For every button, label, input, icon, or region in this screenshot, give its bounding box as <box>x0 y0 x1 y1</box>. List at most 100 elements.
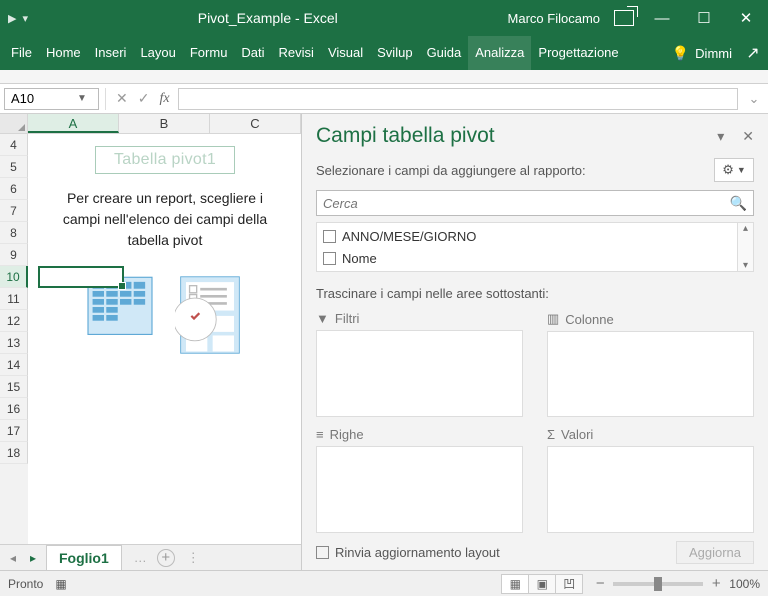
sheet-nav-prev-icon[interactable]: ◂ <box>6 551 20 565</box>
row-header[interactable]: 14 <box>0 354 28 376</box>
pane-title: Campi tabella pivot <box>316 124 495 148</box>
tab-analyze[interactable]: Analizza <box>468 36 531 70</box>
tab-design[interactable]: Progettazione <box>531 36 625 70</box>
quick-access-toolbar: ▶ ▾ <box>8 12 28 25</box>
macro-record-icon[interactable]: ▦ <box>55 577 66 591</box>
rows-dropbox[interactable] <box>316 446 523 533</box>
row-header[interactable]: 5 <box>0 156 28 178</box>
window-title: Pivot_Example - Excel <box>28 10 508 26</box>
columns-icon: ▥ <box>547 311 559 327</box>
field-label: ANNO/MESE/GIORNO <box>342 229 476 244</box>
worksheet-area[interactable]: A B C 4 5 6 7 8 9 10 11 12 13 14 15 16 1… <box>0 114 302 570</box>
name-box[interactable]: ▼ <box>4 88 99 110</box>
update-button[interactable]: Aggiorna <box>676 541 754 564</box>
cancel-formula-icon[interactable]: ✕ <box>116 90 128 107</box>
column-header-B[interactable]: B <box>119 114 210 133</box>
minimize-button[interactable]: — <box>648 10 676 27</box>
maximize-button[interactable]: ☐ <box>690 9 718 27</box>
filters-area[interactable]: ▼Filtri <box>316 311 523 417</box>
tab-view[interactable]: Visual <box>321 36 370 70</box>
select-all-corner[interactable] <box>0 114 28 133</box>
row-header[interactable]: 16 <box>0 398 28 420</box>
scroll-up-icon[interactable]: ▴ <box>743 223 748 234</box>
tab-data[interactable]: Dati <box>234 36 271 70</box>
zoom-level[interactable]: 100% <box>729 577 760 591</box>
view-page-layout-button[interactable]: ▣ <box>528 574 556 594</box>
sheet-tabs-more-icon[interactable]: … <box>134 550 147 565</box>
row-header[interactable]: 9 <box>0 244 28 266</box>
row-header[interactable]: 7 <box>0 200 28 222</box>
column-header-C[interactable]: C <box>210 114 301 133</box>
tab-developer[interactable]: Svilup <box>370 36 419 70</box>
close-button[interactable]: ✕ <box>732 9 760 27</box>
defer-layout[interactable]: Rinvia aggiornamento layout <box>316 545 500 560</box>
tell-me-label: Dimmi <box>695 46 732 61</box>
columns-dropbox[interactable] <box>547 331 754 417</box>
user-name[interactable]: Marco Filocamo <box>508 11 600 26</box>
cell-grid[interactable]: Tabella pivot1 Per creare un report, sce… <box>28 134 301 544</box>
view-normal-button[interactable]: ▦ <box>501 574 529 594</box>
add-sheet-button[interactable]: + <box>157 549 175 567</box>
ribbon-options-icon[interactable] <box>614 10 634 26</box>
column-header-A[interactable]: A <box>28 114 119 133</box>
search-icon[interactable]: 🔍 <box>730 195 747 212</box>
checkbox-icon[interactable] <box>323 252 336 265</box>
field-row[interactable]: ANNO/MESE/GIORNO <box>323 225 731 247</box>
row-header[interactable]: 11 <box>0 288 28 310</box>
row-header[interactable]: 18 <box>0 442 28 464</box>
formula-input[interactable] <box>179 89 737 109</box>
chevron-down-icon[interactable]: ▾ <box>22 12 28 25</box>
pane-dropdown-icon[interactable]: ▾ <box>717 128 724 145</box>
tell-me[interactable]: 💡 Dimmi <box>672 45 732 62</box>
row-header[interactable]: 10 <box>0 266 28 288</box>
tab-review[interactable]: Revisi <box>272 36 321 70</box>
row-header[interactable]: 4 <box>0 134 28 156</box>
formula-bar-expand-icon[interactable]: ⌄ <box>746 91 762 107</box>
field-row[interactable]: Nome <box>323 247 731 269</box>
formula-input-wrapper[interactable] <box>178 88 738 110</box>
mini-fieldlist-icon <box>175 275 245 355</box>
sheet-tab-active[interactable]: Foglio1 <box>46 545 122 570</box>
row-header[interactable]: 12 <box>0 310 28 332</box>
field-scrollbar[interactable]: ▴ ▾ <box>737 223 753 271</box>
drag-label: Trascinare i campi nelle aree sottostant… <box>316 286 754 301</box>
confirm-formula-icon[interactable]: ✓ <box>138 90 150 107</box>
sheet-nav-next-icon[interactable]: ▸ <box>26 551 40 565</box>
tab-home[interactable]: Home <box>39 36 88 70</box>
row-header[interactable]: 17 <box>0 420 28 442</box>
active-cell[interactable] <box>38 266 124 288</box>
view-page-break-button[interactable]: 凹 <box>555 574 583 594</box>
zoom-out-button[interactable]: − <box>593 575 607 592</box>
pane-subtitle: Selezionare i campi da aggiungere al rap… <box>316 163 586 178</box>
name-box-dropdown-icon[interactable]: ▼ <box>75 93 89 104</box>
row-header[interactable]: 6 <box>0 178 28 200</box>
scroll-down-icon[interactable]: ▾ <box>743 260 748 271</box>
name-box-input[interactable] <box>5 91 75 106</box>
filters-dropbox[interactable] <box>316 330 523 417</box>
zoom-in-button[interactable]: + <box>709 575 723 592</box>
fx-icon[interactable]: fx <box>159 91 169 107</box>
zoom-slider[interactable] <box>613 582 703 586</box>
layout-options-button[interactable]: ⚙ ▼ <box>714 158 754 182</box>
search-input[interactable] <box>323 196 730 211</box>
values-dropbox[interactable] <box>547 446 754 533</box>
field-list[interactable]: ANNO/MESE/GIORNO Nome ▴ ▾ <box>316 222 754 272</box>
values-area[interactable]: ΣValori <box>547 427 754 533</box>
row-header[interactable]: 8 <box>0 222 28 244</box>
columns-area[interactable]: ▥Colonne <box>547 311 754 417</box>
checkbox-icon[interactable] <box>316 546 329 559</box>
tab-help[interactable]: Guida <box>420 36 469 70</box>
ribbon-tabs: File Home Inseri Layou Formu Dati Revisi… <box>0 36 768 70</box>
tab-insert[interactable]: Inseri <box>88 36 134 70</box>
tab-layout[interactable]: Layou <box>133 36 182 70</box>
rows-icon: ≡ <box>316 427 324 442</box>
row-header[interactable]: 15 <box>0 376 28 398</box>
tab-file[interactable]: File <box>4 36 39 70</box>
search-fields[interactable]: 🔍 <box>316 190 754 216</box>
checkbox-icon[interactable] <box>323 230 336 243</box>
share-button[interactable]: ↗ <box>742 43 764 63</box>
row-header[interactable]: 13 <box>0 332 28 354</box>
rows-area[interactable]: ≡Righe <box>316 427 523 533</box>
pane-close-icon[interactable]: ✕ <box>742 128 754 145</box>
tab-formulas[interactable]: Formu <box>183 36 235 70</box>
